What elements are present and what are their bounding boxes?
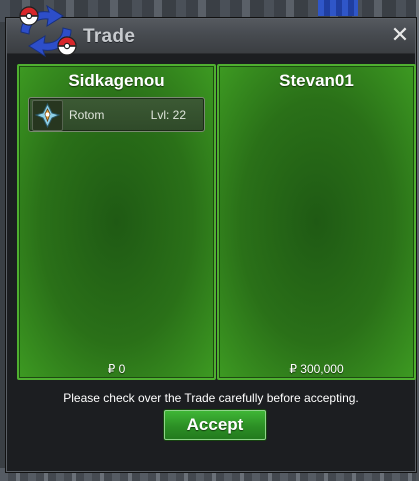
right-trader-panel: Stevan01 ₽ 300,000	[217, 64, 416, 380]
left-trader-panel: Sidkagenou Rotom Lvl: 22 ₽ 0	[17, 64, 216, 380]
trade-window: Trade ✕ Sidkagenou Rotom Lvl: 22 ₽ 0 Ste…	[6, 4, 416, 472]
accept-button[interactable]: Accept	[164, 410, 266, 440]
left-trader-money: ₽ 0	[107, 362, 126, 376]
rotom-icon	[32, 100, 63, 131]
left-trader-name: Sidkagenou	[68, 71, 165, 90]
window-title: Trade	[83, 26, 136, 47]
right-trader-name: Stevan01	[279, 71, 354, 90]
trade-notice: Please check over the Trade carefully be…	[63, 391, 359, 405]
right-trader-money: ₽ 300,000	[289, 362, 344, 376]
offered-pokemon-row[interactable]: Rotom Lvl: 22	[28, 97, 205, 132]
close-button[interactable]: ✕	[389, 24, 411, 46]
pokemon-level: Lvl: 22	[150, 108, 186, 122]
pokemon-name: Rotom	[69, 108, 105, 122]
background-blue-object	[318, 0, 358, 16]
trade-swap-pokeball-icon	[11, 2, 83, 60]
